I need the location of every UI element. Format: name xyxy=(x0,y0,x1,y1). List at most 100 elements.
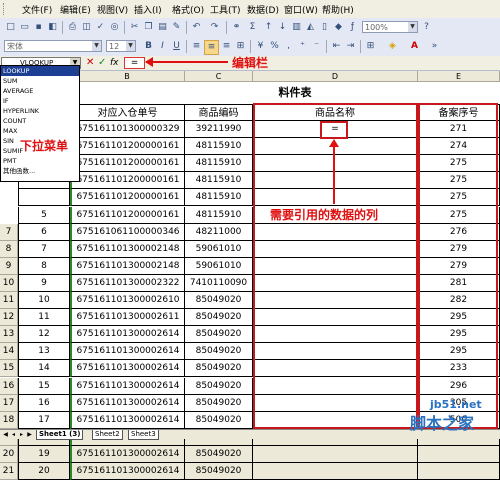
underline-icon[interactable]: U xyxy=(170,40,183,53)
save-icon[interactable]: ▪ xyxy=(32,21,45,34)
cell-a[interactable]: 15 xyxy=(18,377,70,395)
increase-decimal-icon[interactable]: ⁺ xyxy=(296,40,309,53)
cell-a[interactable]: 9 xyxy=(18,274,70,292)
cell-receipt-no[interactable]: 675161101300002614 xyxy=(70,377,185,395)
print-preview-icon[interactable]: ◫ xyxy=(80,21,93,34)
cell-a[interactable]: 7 xyxy=(18,240,70,258)
cell-commodity-code[interactable]: 59061010 xyxy=(185,257,253,275)
cell-receipt-no[interactable]: 675161101300002614 xyxy=(70,343,185,361)
cell-a[interactable]: 20 xyxy=(18,463,70,480)
cell-commodity-code[interactable]: 48211000 xyxy=(185,223,253,241)
toolbar-options-icon[interactable]: » xyxy=(428,40,441,53)
undo-icon[interactable]: ↶ xyxy=(190,21,203,34)
row-header[interactable]: 18 xyxy=(0,411,18,429)
cell-commodity-code[interactable]: 48115910 xyxy=(185,155,253,173)
format-painter-icon[interactable]: ✎ xyxy=(170,21,183,34)
percent-icon[interactable]: % xyxy=(268,40,281,53)
function-option[interactable]: COUNT xyxy=(1,116,79,126)
paste-icon[interactable]: ▤ xyxy=(156,21,169,34)
cell-commodity-code[interactable]: 85049020 xyxy=(185,360,253,378)
cell-a[interactable]: 10 xyxy=(18,292,70,310)
cell-receipt-no[interactable]: 675161101300000329 xyxy=(70,121,185,139)
sort-ascending-icon[interactable]: ↑ xyxy=(262,21,275,34)
cell-a[interactable]: 14 xyxy=(18,360,70,378)
column-header-b[interactable]: B xyxy=(70,71,185,82)
enter-icon[interactable]: ✓ xyxy=(98,57,106,69)
menu-format[interactable]: 格式(O) xyxy=(172,3,204,16)
cell-commodity-code[interactable]: 48115910 xyxy=(185,172,253,190)
sheet-tab-3[interactable]: Sheet3 xyxy=(128,430,159,440)
menu-help[interactable]: 帮助(H) xyxy=(322,3,354,16)
cancel-icon[interactable]: ✕ xyxy=(86,57,94,69)
cell-commodity-name[interactable] xyxy=(253,463,418,480)
cell-receipt-no[interactable]: 675161101300002148 xyxy=(70,257,185,275)
column-header-c[interactable]: C xyxy=(185,71,253,82)
cell-receipt-no[interactable]: 675161101200000161 xyxy=(70,155,185,173)
align-center-icon[interactable]: ≡ xyxy=(204,40,219,55)
cell-commodity-code[interactable]: 85049020 xyxy=(185,411,253,429)
align-right-icon[interactable]: ≡ xyxy=(220,40,233,53)
spelling-icon[interactable]: ✓ xyxy=(94,21,107,34)
help-icon[interactable]: ? xyxy=(420,21,433,34)
autosum-icon[interactable]: Σ xyxy=(246,21,259,34)
cell-commodity-code[interactable]: 85049020 xyxy=(185,326,253,344)
row-header[interactable]: 7 xyxy=(0,223,18,241)
row-header[interactable]: 12 xyxy=(0,309,18,327)
cell-commodity-code[interactable]: 85049020 xyxy=(185,394,253,412)
function-option[interactable]: HYPERLINK xyxy=(1,106,79,116)
cell-a[interactable]: 16 xyxy=(18,394,70,412)
cell-commodity-code[interactable]: 48115910 xyxy=(185,138,253,156)
row-header[interactable]: 15 xyxy=(0,360,18,378)
comma-style-icon[interactable]: , xyxy=(282,40,295,53)
cut-icon[interactable]: ✂ xyxy=(128,21,141,34)
cell-commodity-code[interactable]: 48115910 xyxy=(185,206,253,224)
sort-descending-icon[interactable]: ↓ xyxy=(276,21,289,34)
drawing-icon[interactable]: ◭ xyxy=(304,21,317,34)
research-icon[interactable]: ◎ xyxy=(108,21,121,34)
bold-icon[interactable]: B xyxy=(142,40,155,53)
cell-commodity-name[interactable] xyxy=(253,445,418,463)
cell-a[interactable]: 6 xyxy=(18,223,70,241)
cell-a[interactable]: 11 xyxy=(18,309,70,327)
function-option[interactable]: PMT xyxy=(1,156,79,166)
cell-receipt-no[interactable]: 675161101200000161 xyxy=(70,138,185,156)
row-header[interactable]: 21 xyxy=(0,463,18,480)
menu-data[interactable]: 数据(D) xyxy=(247,3,279,16)
cell-receipt-no[interactable]: 675161101300002148 xyxy=(70,240,185,258)
cell-receipt-no[interactable]: 675161101300002322 xyxy=(70,274,185,292)
chevron-down-icon[interactable]: ▼ xyxy=(408,22,417,32)
header-cell-commodity-code[interactable]: 商品编码 xyxy=(185,104,253,121)
cell-receipt-no[interactable]: 675161101300002614 xyxy=(70,411,185,429)
decrease-decimal-icon[interactable]: ⁻ xyxy=(310,40,323,53)
cell-a[interactable]: 13 xyxy=(18,343,70,361)
menu-edit[interactable]: 编辑(E) xyxy=(60,3,91,16)
sheet-tab-1[interactable]: Sheet1 (3) xyxy=(36,430,84,440)
cell-commodity-code[interactable]: 48115910 xyxy=(185,189,253,207)
hyperlink-icon[interactable]: ⚭ xyxy=(230,21,243,34)
function-option[interactable]: 其他函数... xyxy=(1,166,79,176)
function-option[interactable]: AVERAGE xyxy=(1,86,79,96)
cell-a[interactable] xyxy=(18,189,70,207)
cell-receipt-no[interactable]: 675161101300002614 xyxy=(70,360,185,378)
column-header-e[interactable]: E xyxy=(418,71,500,82)
cell-record-no[interactable] xyxy=(418,463,500,480)
cell-receipt-no[interactable]: 675161101200000161 xyxy=(70,206,185,224)
header-cell-receipt-no[interactable]: 对应入仓单号 xyxy=(70,104,185,121)
function-option[interactable]: IF xyxy=(1,96,79,106)
row-header[interactable]: 16 xyxy=(0,377,18,395)
function-option[interactable]: MAX xyxy=(1,126,79,136)
align-left-icon[interactable]: ≡ xyxy=(190,40,203,53)
row-header[interactable]: 20 xyxy=(0,445,18,463)
cell-commodity-code[interactable]: 59061010 xyxy=(185,240,253,258)
cell-a[interactable]: 17 xyxy=(18,411,70,429)
font-color-icon[interactable]: A xyxy=(408,40,421,53)
increase-indent-icon[interactable]: ⇥ xyxy=(344,40,357,53)
cell-receipt-no[interactable]: 675161101300002610 xyxy=(70,292,185,310)
cell-receipt-no[interactable]: 675161101200000161 xyxy=(70,189,185,207)
row-header[interactable]: 17 xyxy=(0,394,18,412)
cell-receipt-no[interactable]: 675161101300002614 xyxy=(70,394,185,412)
cell-commodity-code[interactable]: 85049020 xyxy=(185,463,253,480)
cell-commodity-code[interactable]: 85049020 xyxy=(185,445,253,463)
menu-tools[interactable]: 工具(T) xyxy=(210,3,241,16)
row-header[interactable]: 11 xyxy=(0,292,18,310)
